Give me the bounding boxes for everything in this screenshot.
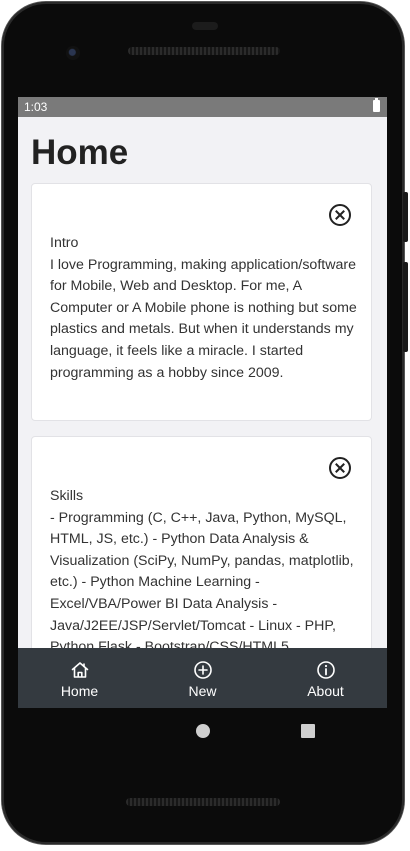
status-bar: 1:03	[18, 97, 387, 117]
earpiece	[192, 22, 218, 30]
home-icon	[71, 662, 88, 678]
close-icon[interactable]	[329, 204, 351, 226]
card-title: Intro	[50, 235, 79, 251]
card-title: Skills	[50, 488, 84, 504]
nav-label: New	[188, 683, 217, 699]
system-recents-button[interactable]	[301, 724, 315, 738]
system-navigation-bar	[18, 708, 387, 754]
volume-button	[403, 262, 408, 352]
card-body: - Programming (C, C++, Java, Python, MyS…	[50, 509, 354, 648]
card-content: Intro I love Programming, making applica…	[50, 233, 360, 384]
power-button	[403, 192, 408, 242]
nav-item-about[interactable]: About	[264, 648, 387, 708]
card-skills: Skills - Programming (C, C++, Java, Pyth…	[31, 436, 372, 648]
bottom-speaker-grille	[126, 798, 280, 806]
nav-label: Home	[60, 683, 99, 699]
card-body: I love Programming, making application/s…	[50, 256, 357, 381]
card-content: Skills - Programming (C, C++, Java, Pyth…	[50, 486, 360, 648]
front-camera	[66, 46, 80, 60]
page-title: Home	[31, 133, 129, 172]
status-time: 1:03	[24, 100, 48, 114]
nav-item-home[interactable]: Home	[18, 648, 141, 708]
card-intro: Intro I love Programming, making applica…	[31, 183, 372, 421]
nav-item-new[interactable]: New	[141, 648, 264, 708]
close-icon[interactable]	[329, 457, 351, 479]
battery-icon	[373, 98, 380, 112]
app-screen: 1:03 Home Intro I love Programming, maki…	[18, 97, 387, 708]
info-circle-icon	[316, 661, 335, 679]
top-speaker-grille	[128, 47, 280, 55]
system-home-button[interactable]	[196, 724, 210, 738]
plus-circle-icon	[193, 661, 212, 679]
bottom-navigation: Home New About	[18, 648, 387, 708]
main-content[interactable]: Home Intro I love Programming, making ap…	[18, 117, 387, 648]
nav-label: About	[307, 683, 344, 699]
